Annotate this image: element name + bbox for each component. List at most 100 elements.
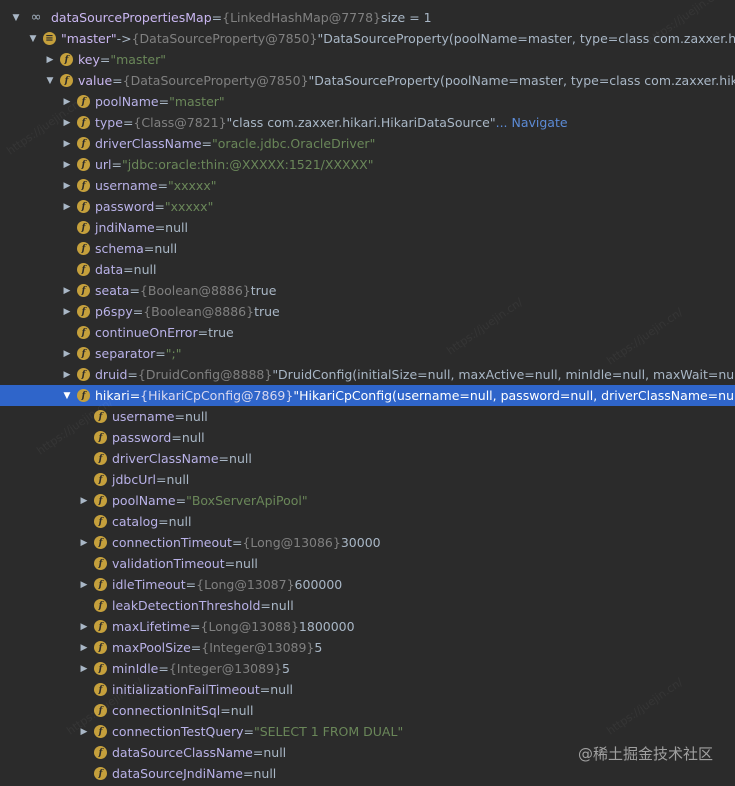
expand-arrow-down-icon[interactable]: ▼ (27, 28, 39, 49)
expand-arrow-right-icon[interactable]: ▶ (61, 301, 73, 322)
tree-row[interactable]: ▶ f separator = ";" (0, 343, 735, 364)
field-icon: f (60, 53, 73, 66)
expand-arrow-right-icon[interactable]: ▶ (61, 343, 73, 364)
equals-sign: = (127, 367, 138, 382)
field-icon: f (94, 578, 107, 591)
field-icon: f (94, 557, 107, 570)
variable-name: dataSourcePropertiesMap (51, 10, 212, 25)
tree-row[interactable]: ▶ f druid = {DruidConfig@8888} "DruidConfi… (0, 364, 735, 385)
field-icon: f (77, 221, 90, 234)
expand-arrow-right-icon[interactable]: ▶ (78, 574, 90, 595)
expand-arrow-right-icon[interactable]: ▶ (61, 280, 73, 301)
tree-row[interactable]: f data = null (0, 259, 735, 280)
expand-arrow-right-icon[interactable]: ▶ (78, 658, 90, 679)
tree-row[interactable]: f password = null (0, 427, 735, 448)
variable-name: separator (95, 346, 156, 361)
tree-row[interactable]: ▶ f maxLifetime = {Long@13088} 1800000 (0, 616, 735, 637)
field-icon: f (94, 746, 107, 759)
object-reference: {HikariCpConfig@7869} (140, 388, 294, 403)
variable-name: url (95, 157, 112, 172)
tree-row[interactable]: ▶ f url = "jdbc:oracle:thin:@XXXXX:1521/XX… (0, 154, 735, 175)
navigate-link[interactable]: ... Navigate (496, 115, 568, 130)
expand-arrow-right-icon[interactable]: ▶ (78, 616, 90, 637)
expand-arrow-right-icon[interactable]: ▶ (78, 721, 90, 742)
expand-arrow-right-icon[interactable]: ▶ (78, 490, 90, 511)
field-icon: f (77, 263, 90, 276)
equals-sign: = (231, 535, 243, 550)
tree-row[interactable]: ▶ f poolName = "BoxServerApiPool" (0, 490, 735, 511)
object-reference: {Long@13088} (200, 619, 299, 634)
field-icon: f (77, 158, 90, 171)
tree-row[interactable]: ▼ f value = {DataSourceProperty@7850} "Dat… (0, 70, 735, 91)
watermark-credit: @稀土掘金技术社区 (577, 745, 713, 763)
tree-row[interactable]: ▶ f type = {Class@7821} "class com.zaxxer.… (0, 112, 735, 133)
expand-arrow-right-icon[interactable]: ▶ (61, 196, 73, 217)
tree-row[interactable]: ▶ f password = "xxxxx" (0, 196, 735, 217)
tree-row[interactable]: f leakDetectionThreshold = null (0, 595, 735, 616)
tree-row[interactable]: ▶ f poolName = "master" (0, 91, 735, 112)
tree-row[interactable]: ▶ f idleTimeout = {Long@13087} 600000 (0, 574, 735, 595)
tree-row[interactable]: f username = null (0, 406, 735, 427)
object-reference: {Boolean@8886} (143, 304, 255, 319)
tree-row[interactable]: f jndiName = null (0, 217, 735, 238)
tree-row[interactable]: ▶ f connectionTestQuery = "SELECT 1 FROM D… (0, 721, 735, 742)
expand-arrow-down-icon[interactable]: ▼ (10, 7, 22, 28)
variable-value: 5 (281, 661, 290, 676)
variable-name: continueOnError (95, 325, 198, 340)
expand-arrow-right-icon[interactable]: ▶ (61, 175, 73, 196)
expand-arrow-right-icon[interactable]: ▶ (61, 154, 73, 175)
tree-row[interactable]: f catalog = null (0, 511, 735, 532)
tree-row[interactable]: ▶ f key = "master" (0, 49, 735, 70)
equals-sign: = (154, 220, 166, 235)
expand-arrow-right-icon[interactable]: ▶ (61, 133, 73, 154)
variable-name: key (78, 52, 100, 67)
variable-value: "DruidConfig(initialSize=null, maxActive… (272, 367, 735, 382)
variable-name: connectionTestQuery (112, 724, 244, 739)
string-value: "oracle.jdbc.OracleDriver" (212, 136, 376, 151)
equals-sign: = (174, 409, 185, 424)
variable-name: password (112, 430, 172, 445)
variable-value: "class com.zaxxer.hikari.HikariDataSourc… (226, 115, 496, 130)
tree-row[interactable]: ▼ ∞ dataSourcePropertiesMap = {LinkedHashM… (0, 7, 735, 28)
tree-row[interactable]: f jdbcUrl = null (0, 469, 735, 490)
string-value: "jdbc:oracle:thin:@XXXXX:1521/XXXXX" (122, 157, 374, 172)
tree-row[interactable]: ▶ f maxPoolSize = {Integer@13089} 5 (0, 637, 735, 658)
equals-sign: = (201, 136, 213, 151)
expand-arrow-down-icon[interactable]: ▼ (61, 385, 73, 406)
tree-row[interactable]: f schema = null (0, 238, 735, 259)
tree-row[interactable]: ▶ f driverClassName = "oracle.jdbc.OracleD… (0, 133, 735, 154)
tree-row[interactable]: ▶ f seata = {Boolean@8886} true (0, 280, 735, 301)
field-icon: f (77, 95, 90, 108)
expand-arrow-right-icon[interactable]: ▶ (78, 532, 90, 553)
tree-row[interactable]: f initializationFailTimeout = null (0, 679, 735, 700)
field-icon: f (94, 599, 107, 612)
equals-sign: = (224, 556, 236, 571)
tree-row[interactable]: ▶ f username = "xxxxx" (0, 175, 735, 196)
tree-row[interactable]: ▼ f hikari = {HikariCpConfig@7869} "Hikari… (0, 385, 735, 406)
equals-sign: -> (116, 31, 132, 46)
variable-value: null (165, 220, 188, 235)
expand-arrow-right-icon[interactable]: ▶ (61, 112, 73, 133)
tree-row[interactable]: f dataSourceJndiName = null (0, 763, 735, 784)
tree-row[interactable]: ▼ ≡ "master" -> {DataSourceProperty@7850} … (0, 28, 735, 49)
tree-row[interactable]: ▶ f connectionTimeout = {Long@13086} 30000 (0, 532, 735, 553)
tree-row[interactable]: ▶ f minIdle = {Integer@13089} 5 (0, 658, 735, 679)
expand-arrow-down-icon[interactable]: ▼ (44, 70, 56, 91)
tree-row[interactable]: f validationTimeout = null (0, 553, 735, 574)
tree-row[interactable]: f connectionInitSql = null (0, 700, 735, 721)
field-icon: f (94, 767, 107, 780)
tree-row[interactable]: ▶ f p6spy = {Boolean@8886} true (0, 301, 735, 322)
tree-row[interactable]: f driverClassName = null (0, 448, 735, 469)
expand-arrow-right-icon[interactable]: ▶ (78, 637, 90, 658)
equals-sign: = (190, 640, 202, 655)
tree-row[interactable]: f continueOnError = true (0, 322, 735, 343)
equals-sign: = (129, 283, 140, 298)
expand-arrow-right-icon[interactable]: ▶ (61, 91, 73, 112)
expand-arrow-right-icon[interactable]: ▶ (44, 49, 56, 70)
expand-arrow-right-icon[interactable]: ▶ (61, 364, 73, 385)
equals-sign: = (211, 10, 223, 25)
